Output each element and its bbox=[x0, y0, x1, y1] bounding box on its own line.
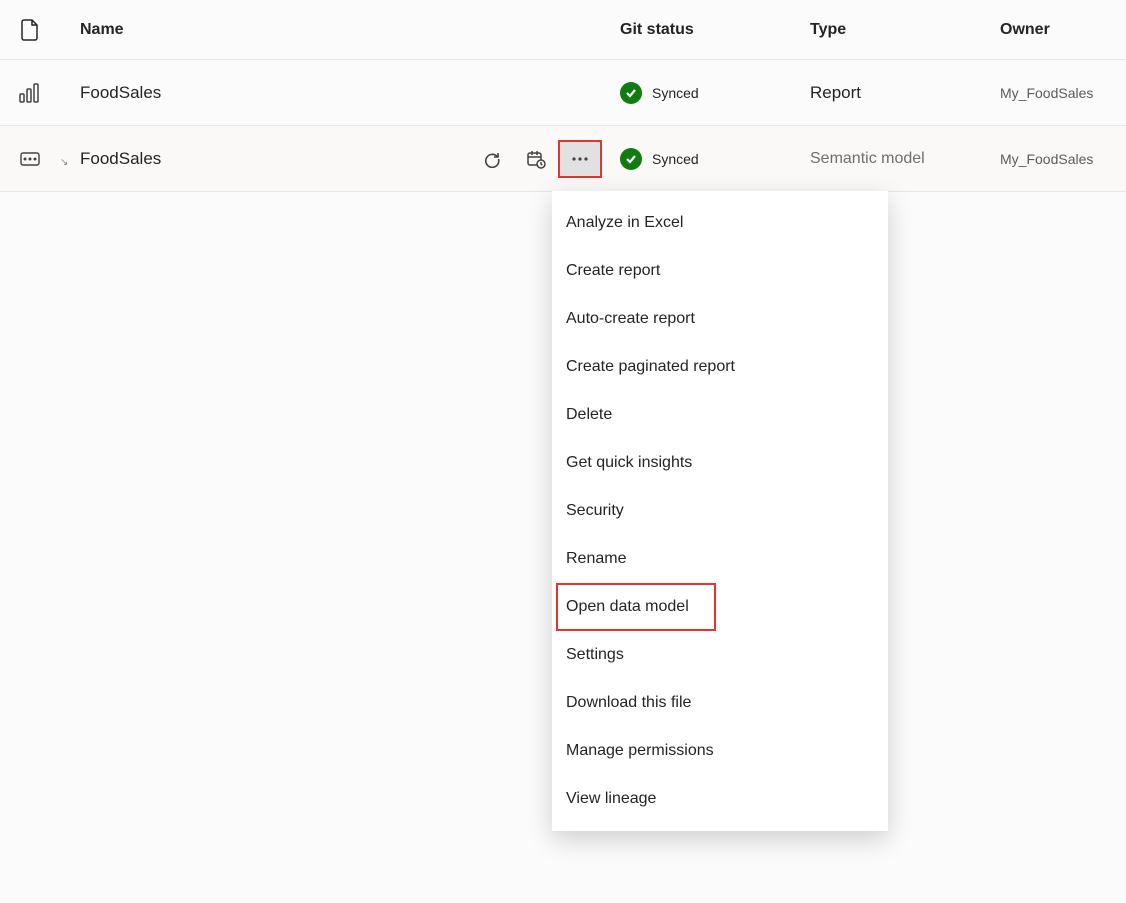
git-status-cell: Synced bbox=[620, 148, 810, 170]
item-owner[interactable]: My_FoodSales bbox=[1000, 85, 1126, 101]
context-menu: Analyze in Excel Create report Auto-crea… bbox=[552, 191, 888, 831]
more-options-button[interactable] bbox=[558, 140, 602, 178]
row-actions bbox=[470, 149, 602, 169]
git-status-text: Synced bbox=[652, 85, 699, 101]
menu-item-create-paginated-report[interactable]: Create paginated report bbox=[552, 343, 888, 391]
menu-item-get-quick-insights[interactable]: Get quick insights bbox=[552, 439, 888, 487]
row-icon-cell bbox=[0, 149, 60, 169]
semantic-model-icon bbox=[20, 149, 40, 169]
menu-item-settings[interactable]: Settings bbox=[552, 631, 888, 679]
synced-icon bbox=[620, 148, 642, 170]
menu-item-analyze-in-excel[interactable]: Analyze in Excel bbox=[552, 199, 888, 247]
synced-icon bbox=[620, 82, 642, 104]
item-name-text: FoodSales bbox=[80, 149, 161, 169]
header-git-status[interactable]: Git status bbox=[620, 21, 810, 39]
table-header-row: Name Git status Type Owner bbox=[0, 0, 1126, 60]
refresh-button[interactable] bbox=[470, 137, 514, 181]
item-name[interactable]: FoodSales bbox=[60, 83, 620, 103]
menu-item-create-report[interactable]: Create report bbox=[552, 247, 888, 295]
document-icon bbox=[21, 19, 39, 41]
menu-item-delete[interactable]: Delete bbox=[552, 391, 888, 439]
menu-item-security[interactable]: Security bbox=[552, 487, 888, 535]
refresh-icon bbox=[483, 150, 501, 168]
content-table: Name Git status Type Owner FoodSales Syn… bbox=[0, 0, 1126, 192]
ellipsis-icon bbox=[571, 157, 589, 161]
row-icon-cell bbox=[0, 82, 60, 104]
menu-item-download-this-file[interactable]: Download this file bbox=[552, 679, 888, 727]
menu-item-view-lineage[interactable]: View lineage bbox=[552, 775, 888, 823]
table-row[interactable]: ↘ FoodSales Synced Semantic model My_Foo… bbox=[0, 126, 1126, 192]
header-owner[interactable]: Owner bbox=[1000, 21, 1126, 39]
schedule-refresh-button[interactable] bbox=[514, 137, 558, 181]
report-icon bbox=[19, 82, 41, 104]
item-name[interactable]: ↘ FoodSales bbox=[60, 149, 620, 169]
item-type: Report bbox=[810, 83, 1000, 103]
header-name[interactable]: Name bbox=[60, 21, 620, 39]
linked-indicator-icon: ↘ bbox=[60, 157, 68, 168]
schedule-refresh-icon bbox=[526, 149, 546, 169]
header-type[interactable]: Type bbox=[810, 21, 1000, 39]
menu-item-open-data-model[interactable]: Open data model bbox=[556, 583, 716, 631]
item-owner[interactable]: My_FoodSales bbox=[1000, 151, 1126, 167]
git-status-cell: Synced bbox=[620, 82, 810, 104]
menu-item-manage-permissions[interactable]: Manage permissions bbox=[552, 727, 888, 775]
header-icon-cell bbox=[0, 19, 60, 41]
item-name-text: FoodSales bbox=[80, 83, 161, 103]
item-type: Semantic model bbox=[810, 150, 1000, 168]
git-status-text: Synced bbox=[652, 151, 699, 167]
menu-item-rename[interactable]: Rename bbox=[552, 535, 888, 583]
table-row[interactable]: FoodSales Synced Report My_FoodSales bbox=[0, 60, 1126, 126]
menu-item-auto-create-report[interactable]: Auto-create report bbox=[552, 295, 888, 343]
